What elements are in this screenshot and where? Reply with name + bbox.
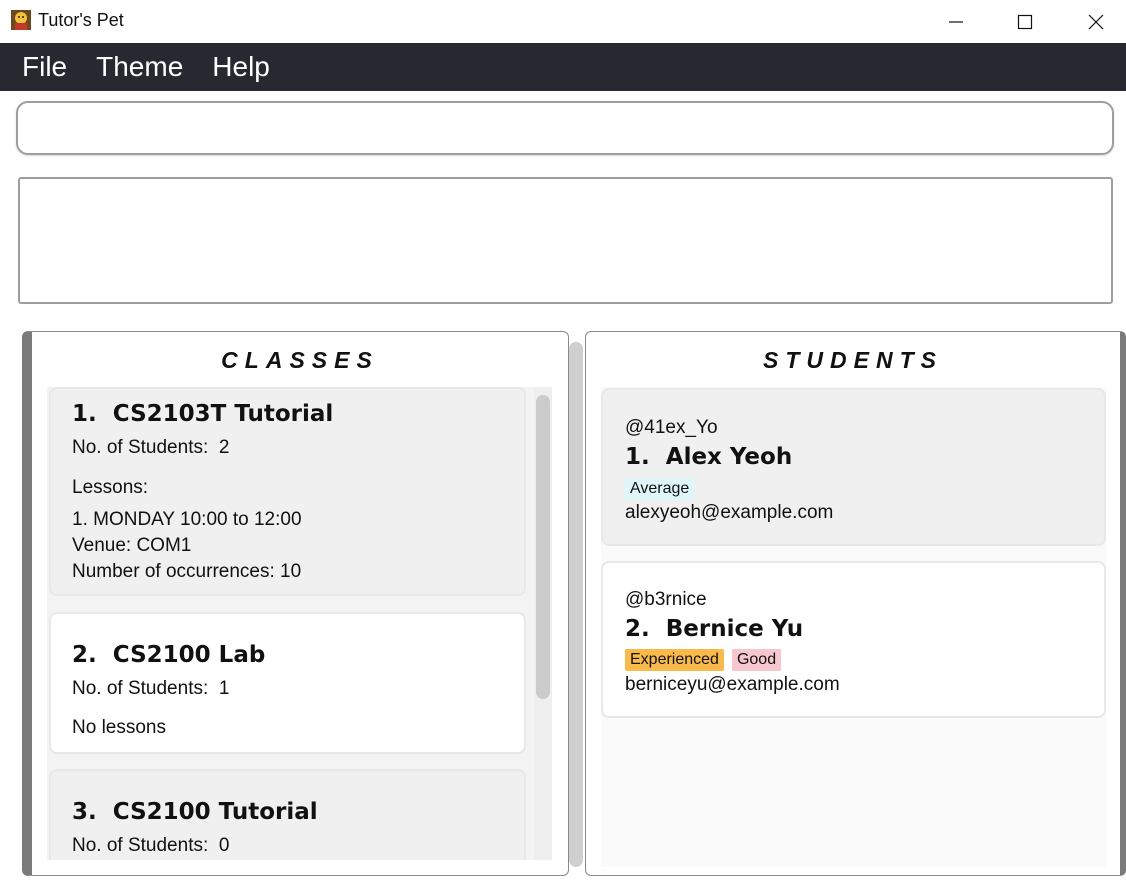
student-email: alexyeoh@example.com <box>625 502 834 523</box>
window-title: Tutor's Pet <box>38 10 124 30</box>
student-index: 1. <box>625 444 650 470</box>
tutor-pet-app-icon <box>10 9 32 31</box>
student-tags: Average <box>625 478 702 500</box>
class-index: 1. <box>72 401 97 427</box>
maximize-button[interactable] <box>989 0 1061 43</box>
result-display <box>18 177 1113 304</box>
menu-file[interactable]: File <box>22 51 67 83</box>
student-card[interactable]: @b3rnice 2. Bernice Yu Experienced Good b… <box>601 561 1106 718</box>
classes-title: CLASSES <box>221 347 379 373</box>
class-student-count: No. of Students: 2 <box>72 437 230 458</box>
class-card-title: 1. CS2103T Tutorial <box>72 401 333 427</box>
student-name-line: 2. Bernice Yu <box>625 616 803 642</box>
student-index: 2. <box>625 616 650 642</box>
class-card-title: 3. CS2100 Tutorial <box>72 799 318 825</box>
student-handle: @41ex_Yo <box>625 417 718 438</box>
menu-bar: File Theme Help <box>0 43 1126 91</box>
lessons-label: Lessons: <box>72 477 149 498</box>
tag-experienced: Experienced <box>625 649 724 671</box>
class-name: CS2100 Lab <box>112 642 266 668</box>
menu-help[interactable]: Help <box>212 51 270 83</box>
no-lessons-text: No lessons <box>72 717 166 738</box>
command-input[interactable] <box>16 101 1114 155</box>
class-card[interactable]: 3. CS2100 Tutorial No. of Students: 0 <box>49 769 526 860</box>
class-name: CS2103T Tutorial <box>112 401 334 427</box>
students-panel: STUDENTS @41ex_Yo 1. Alex Yeoh Average a… <box>585 331 1126 876</box>
student-email: berniceyu@example.com <box>625 674 840 695</box>
student-card[interactable]: @41ex_Yo 1. Alex Yeoh Average alexyeoh@e… <box>601 388 1106 546</box>
class-student-count: No. of Students: 1 <box>72 678 230 699</box>
class-card[interactable]: 2. CS2100 Lab No. of Students: 1 No less… <box>49 612 526 754</box>
student-name-line: 1. Alex Yeoh <box>625 444 792 470</box>
close-button[interactable] <box>1060 0 1126 43</box>
student-name: Bernice Yu <box>665 616 804 642</box>
student-handle: @b3rnice <box>625 589 707 610</box>
maximize-icon <box>1017 14 1033 29</box>
student-tags: Experienced Good <box>625 649 789 671</box>
class-index: 2. <box>72 642 97 668</box>
tag-good: Good <box>731 649 782 671</box>
class-list-scrollbar[interactable] <box>534 387 552 860</box>
tag-average: Average <box>625 478 695 500</box>
class-name: CS2100 Tutorial <box>112 799 318 825</box>
close-icon <box>1088 14 1104 29</box>
lesson-time: 1. MONDAY 10:00 to 12:00 <box>72 509 302 530</box>
title-bar: Tutor's Pet <box>0 0 1126 43</box>
class-list[interactable]: 1. CS2103T Tutorial No. of Students: 2 L… <box>47 387 552 860</box>
minimize-icon <box>949 20 963 23</box>
split-pane-divider[interactable] <box>569 342 583 867</box>
class-card-title: 2. CS2100 Lab <box>72 642 265 668</box>
menu-theme[interactable]: Theme <box>96 51 183 83</box>
class-list-scroll-thumb[interactable] <box>536 395 550 699</box>
classes-panel: CLASSES 1. CS2103T Tutorial No. of Stude… <box>22 331 569 876</box>
class-card[interactable]: 1. CS2103T Tutorial No. of Students: 2 L… <box>49 387 526 596</box>
student-list[interactable]: @41ex_Yo 1. Alex Yeoh Average alexyeoh@e… <box>601 387 1106 867</box>
lesson-occurrences: Number of occurrences: 10 <box>72 561 302 582</box>
minimize-button[interactable] <box>920 0 992 43</box>
students-title: STUDENTS <box>763 347 943 373</box>
class-index: 3. <box>72 799 97 825</box>
class-student-count: No. of Students: 0 <box>72 835 230 856</box>
lesson-venue: Venue: COM1 <box>72 535 192 556</box>
student-name: Alex Yeoh <box>665 444 793 470</box>
